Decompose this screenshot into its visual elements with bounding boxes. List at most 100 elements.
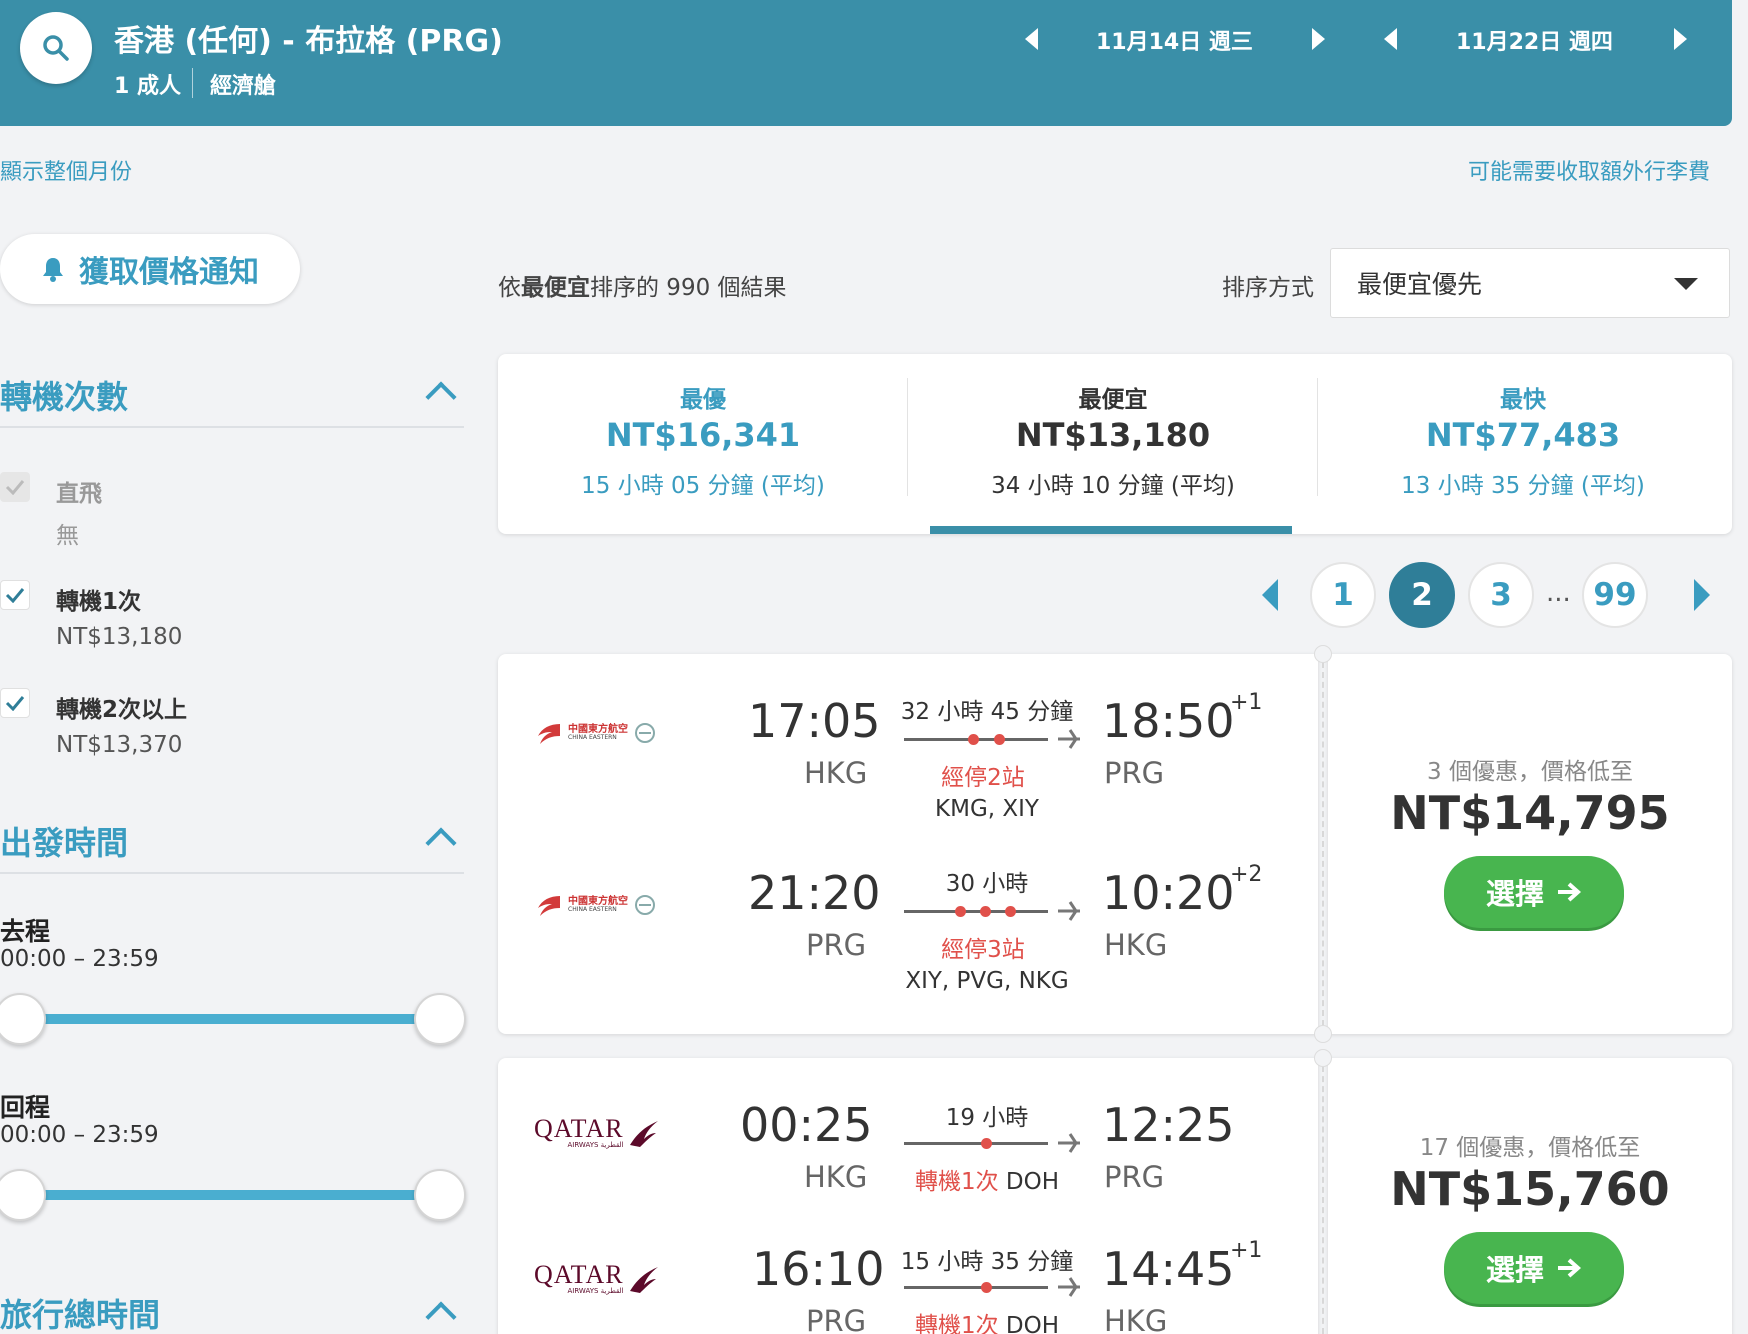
stops-option-label[interactable]: 轉機1次: [56, 582, 141, 616]
stop-dot: [994, 734, 1005, 745]
cabin-class[interactable]: 經濟艙: [210, 68, 276, 100]
arrival-time: 10:20: [1102, 866, 1235, 920]
tab-best[interactable]: 最優 NT$16,341 15 小時 05 分鐘 (平均): [498, 354, 908, 534]
stop-dot: [1005, 906, 1016, 917]
stops-label: 經停2站: [941, 765, 1025, 791]
return-label: 回程: [0, 1093, 51, 1122]
outbound-slider-max-handle[interactable]: [414, 993, 466, 1045]
page-button[interactable]: 99: [1582, 562, 1648, 628]
day-offset: +2: [1230, 862, 1263, 887]
checkbox-one-stop[interactable]: [0, 580, 30, 610]
stops-label: 轉機1次 DOH: [892, 1162, 1082, 1196]
stops-filter-title[interactable]: 轉機次數: [0, 372, 128, 418]
checkbox-direct: [0, 472, 30, 502]
duration-filter-title[interactable]: 旅行總時間: [0, 1290, 160, 1334]
page-button[interactable]: 3: [1468, 562, 1534, 628]
tab-label: 最優: [680, 387, 726, 413]
airplane-icon: [1058, 1277, 1080, 1297]
depart-date[interactable]: 11月14日 週三: [1096, 24, 1253, 56]
arrival-time: 18:50: [1102, 694, 1235, 748]
stop-airports: XIY, PVG, NKG: [905, 968, 1069, 994]
china-eastern-logo: 中國東方航空 CHINA EASTERN: [534, 892, 656, 918]
skyteam-icon: [635, 723, 655, 743]
stops-option-label: 直飛: [56, 481, 102, 507]
select-button[interactable]: 選擇: [1444, 856, 1624, 928]
stops-option-price: 無: [56, 523, 79, 549]
stops-option-label[interactable]: 轉機2次以上: [56, 690, 187, 724]
page-button[interactable]: 1: [1310, 562, 1376, 628]
check-icon: [5, 588, 25, 603]
prev-return-date-icon[interactable]: [1384, 28, 1397, 50]
via-airport: DOH: [1005, 1169, 1060, 1195]
show-month-link[interactable]: 顯示整個月份: [0, 154, 132, 186]
china-eastern-logo: 中國東方航空 CHINA EASTERN: [534, 720, 656, 746]
collapse-departure-icon[interactable]: [425, 827, 457, 859]
tab-label: 最便宜: [1078, 387, 1148, 413]
stop-airports: KMG, XIY: [935, 796, 1039, 822]
tab-cheapest[interactable]: 最便宜 NT$13,180 34 小時 10 分鐘 (平均): [908, 354, 1318, 534]
next-return-date-icon[interactable]: [1674, 28, 1687, 50]
day-offset: +1: [1230, 690, 1263, 715]
tab-fastest[interactable]: 最快 NT$77,483 13 小時 35 分鐘 (平均): [1318, 354, 1728, 534]
return-slider-max-handle[interactable]: [414, 1169, 466, 1221]
china-eastern-swallow-icon: [538, 896, 560, 916]
outbound-slider-min-handle[interactable]: [0, 993, 46, 1045]
airplane-icon: [1058, 1133, 1080, 1153]
page-button-current[interactable]: 2: [1389, 562, 1455, 628]
route-title[interactable]: 香港 (任何) - 布拉格 (PRG): [114, 16, 503, 60]
collapse-stops-icon[interactable]: [425, 381, 457, 413]
outbound-time-range: 00:00 – 23:59: [0, 946, 159, 972]
checkbox-two-plus-stops[interactable]: [0, 688, 30, 718]
prev-depart-date-icon[interactable]: [1025, 28, 1038, 50]
arrival-airport: HKG: [1104, 928, 1168, 962]
card-notch: [1314, 645, 1332, 663]
search-button[interactable]: [20, 12, 92, 84]
next-page-icon[interactable]: [1694, 579, 1710, 611]
tab-duration: 15 小時 05 分鐘 (平均): [581, 473, 825, 499]
search-icon: [43, 35, 69, 61]
result-count-suffix: 排序的 990 個結果: [590, 275, 787, 301]
deal-price: NT$15,760: [1390, 1162, 1670, 1216]
arrival-airport: HKG: [1104, 1304, 1168, 1334]
next-depart-date-icon[interactable]: [1312, 28, 1325, 50]
outbound-slider-track[interactable]: [20, 1014, 440, 1024]
airplane-icon: [1058, 901, 1080, 921]
card-notch: [1314, 1049, 1332, 1067]
arrow-right-icon: [1558, 1258, 1582, 1278]
card-notch: [1314, 1025, 1332, 1043]
stop-dot: [980, 906, 991, 917]
skyteam-icon: [635, 895, 655, 915]
arrival-airport: PRG: [1104, 1160, 1165, 1194]
sort-label: 排序方式: [1222, 275, 1314, 301]
select-button[interactable]: 選擇: [1444, 1232, 1624, 1304]
card-divider: [1322, 1066, 1324, 1334]
return-slider-min-handle[interactable]: [0, 1169, 46, 1221]
stop-dot: [981, 1138, 992, 1149]
result-count-sort: 最便宜: [521, 275, 590, 301]
tab-price: NT$77,483: [1425, 416, 1621, 454]
prev-page-icon[interactable]: [1262, 579, 1278, 611]
via-airport: DOH: [1005, 1313, 1060, 1334]
departure-airport: PRG: [806, 928, 867, 962]
departure-time-filter-title[interactable]: 出發時間: [0, 818, 128, 864]
collapse-duration-icon[interactable]: [425, 1301, 457, 1333]
select-button-label: 選擇: [1485, 1253, 1544, 1287]
tab-label: 最快: [1500, 387, 1546, 413]
price-alert-label: 獲取價格通知: [79, 255, 259, 290]
sort-dropdown[interactable]: 最便宜優先: [1330, 248, 1730, 318]
price-alert-button[interactable]: 獲取價格通知: [0, 234, 300, 304]
airline-logo-subtext: CHINA EASTERN: [568, 906, 617, 913]
result-count-prefix: 依: [498, 275, 521, 301]
return-date[interactable]: 11月22日 週四: [1456, 24, 1613, 56]
baggage-fee-link[interactable]: 可能需要收取額外行李費: [1468, 154, 1710, 186]
deal-count: 3 個優惠，價格低至: [1427, 759, 1633, 785]
deal-price: NT$14,795: [1390, 786, 1670, 840]
select-button-label: 選擇: [1485, 877, 1544, 911]
flight-duration: 19 小時: [945, 1105, 1029, 1131]
passenger-count[interactable]: 1 成人: [114, 68, 181, 100]
route-line: [904, 1142, 1048, 1145]
oryx-icon: [629, 1267, 658, 1293]
return-slider-track[interactable]: [20, 1190, 440, 1200]
arrow-right-icon: [1558, 882, 1582, 902]
sort-tabs: 最優 NT$16,341 15 小時 05 分鐘 (平均) 最便宜 NT$13,…: [498, 354, 1732, 534]
